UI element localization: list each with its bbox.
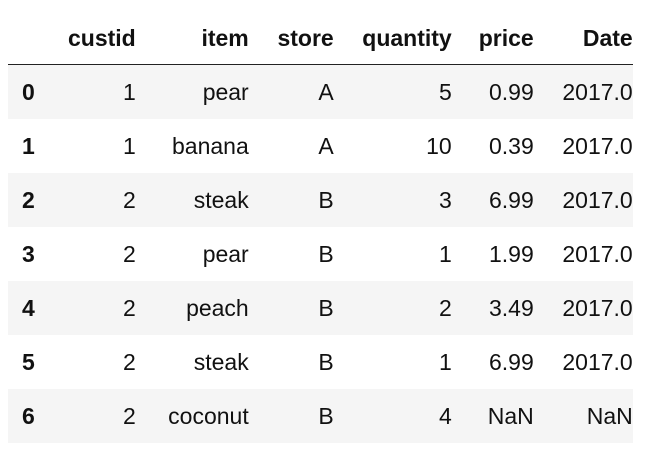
column-header-store: store [277,24,334,51]
cell-store: B [318,348,334,375]
cell-item: steak [193,186,249,213]
cell-date: NaN [586,402,633,429]
row-index: 6 [22,402,35,429]
cell-custid: 2 [122,186,136,213]
cell-store: B [318,186,334,213]
cell-price: 1.99 [488,240,534,267]
table-row: 6 2 coconut B 4 NaN NaN [8,389,633,443]
column-header-item: item [201,24,249,51]
row-index: 1 [22,132,35,159]
cell-quantity: 3 [438,186,452,213]
table-row: 0 1 pear A 5 0.99 2017.0 [8,64,633,119]
cell-price: NaN [487,402,534,429]
cell-custid: 2 [122,348,136,375]
cell-custid: 1 [122,132,136,159]
table-row: 1 1 banana A 10 0.39 2017.0 [8,119,633,173]
row-index: 4 [22,294,35,321]
row-index: 0 [22,78,35,105]
cell-store: A [318,132,334,159]
cell-item: pear [202,78,249,105]
cell-quantity: 1 [438,348,452,375]
cell-item: pear [202,240,249,267]
cell-price: 6.99 [488,348,534,375]
cell-item: banana [171,132,249,159]
cell-quantity: 1 [438,240,452,267]
cell-price: 6.99 [488,186,534,213]
cell-custid: 2 [122,294,136,321]
cell-price: 0.39 [488,132,534,159]
row-index: 3 [22,240,35,267]
table-row: 5 2 steak B 1 6.99 2017.0 [8,335,633,389]
cell-date: 2017.0 [562,186,633,213]
cell-custid: 2 [122,240,136,267]
cell-date: 2017.0 [562,294,633,321]
cell-date: 2017.0 [562,240,633,267]
cell-date: 2017.0 [562,348,633,375]
row-index: 5 [22,348,35,375]
row-index: 2 [22,186,35,213]
cell-item: coconut [168,402,249,429]
cell-item: peach [186,294,249,321]
table-row: 4 2 peach B 2 3.49 2017.0 [8,281,633,335]
table-row: 2 2 steak B 3 6.99 2017.0 [8,173,633,227]
cell-date: 2017.0 [562,132,633,159]
cell-store: B [318,402,334,429]
dataframe-table: custid item store quantity price Date 0 … [8,12,633,443]
cell-price: 0.99 [488,78,534,105]
table-row: 3 2 pear B 1 1.99 2017.0 [8,227,633,281]
dataframe-output: custid item store quantity price Date 0 … [0,0,654,454]
cell-quantity: 4 [438,402,452,429]
cell-quantity: 5 [438,78,452,105]
index-header [8,12,68,65]
cell-date: 2017.0 [562,78,633,105]
cell-item: steak [193,348,249,375]
column-header-custid: custid [68,24,136,51]
cell-store: B [318,240,334,267]
column-header-quantity: quantity [362,24,452,51]
cell-quantity: 2 [438,294,452,321]
cell-price: 3.49 [488,294,534,321]
cell-quantity: 10 [426,132,452,159]
cell-store: B [318,294,334,321]
column-header-price: price [478,24,534,51]
cell-custid: 1 [122,78,136,105]
cell-store: A [318,78,334,105]
column-header-date: Date [582,24,633,51]
cell-custid: 2 [122,402,136,429]
header-row: custid item store quantity price Date [8,12,633,65]
